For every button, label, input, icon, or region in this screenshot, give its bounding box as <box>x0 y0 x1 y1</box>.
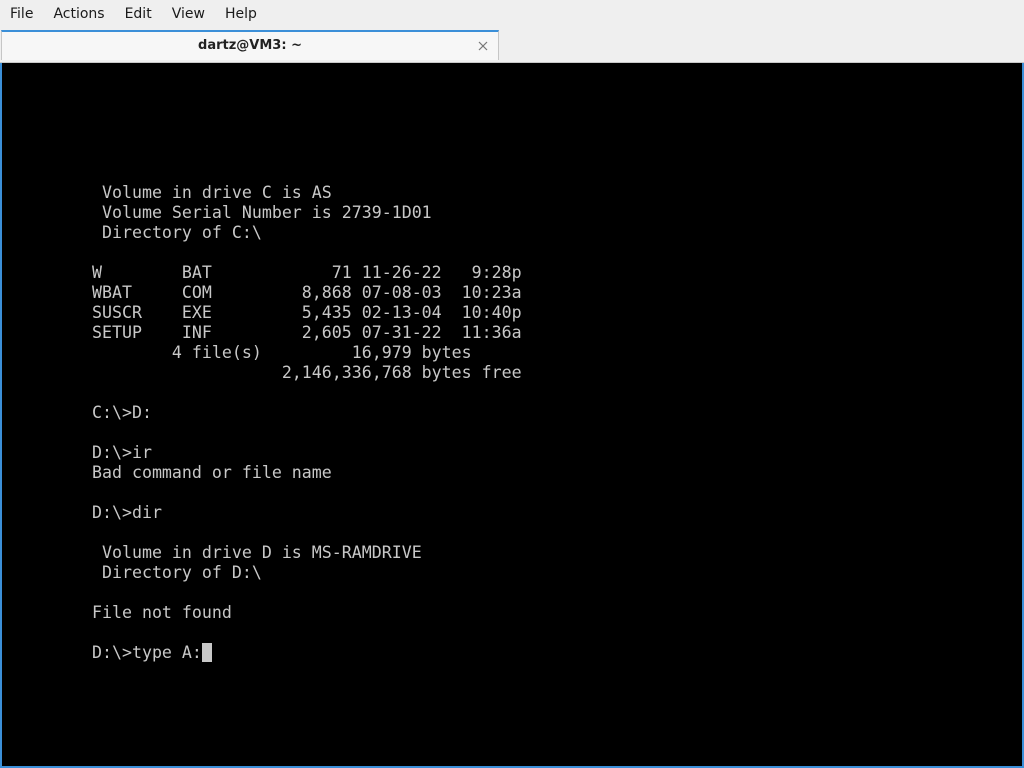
text-cursor <box>201 643 212 662</box>
terminal-line: SETUP INF 2,605 07-31-22 11:36a <box>92 323 522 342</box>
prompt-line: D:\>type A: <box>92 643 202 662</box>
terminal-lines: Volume in drive C is AS Volume Serial Nu… <box>92 183 522 622</box>
terminal-text: Volume in drive C is AS Volume Serial Nu… <box>92 183 522 663</box>
terminal-line: C:\>D: <box>92 403 152 422</box>
terminal-line: Directory of D:\ <box>101 563 262 582</box>
terminal-line: File not found <box>92 603 232 622</box>
tab-title: dartz@VM3: ~ <box>198 38 302 53</box>
terminal-line: 4 file(s) 16,979 bytes <box>171 343 472 362</box>
terminal-line: Directory of C:\ <box>101 223 262 242</box>
terminal-line: Bad command or file name <box>92 463 332 482</box>
close-icon[interactable] <box>476 38 490 52</box>
terminal-line: D:\>ir <box>92 443 152 462</box>
menu-help[interactable]: Help <box>215 0 267 29</box>
terminal-app: File Actions Edit View Help dartz@VM3: ~… <box>0 0 1024 768</box>
menu-view[interactable]: View <box>162 0 215 29</box>
terminal-line: W BAT 71 11-26-22 9:28p <box>92 263 522 282</box>
menu-edit[interactable]: Edit <box>115 0 162 29</box>
tab-terminal[interactable]: dartz@VM3: ~ <box>1 30 499 60</box>
tab-bar: dartz@VM3: ~ <box>0 29 1024 63</box>
terminal-line: 2,146,336,768 bytes free <box>281 363 522 382</box>
terminal-line: Volume in drive D is MS-RAMDRIVE <box>101 543 422 562</box>
menu-actions[interactable]: Actions <box>43 0 114 29</box>
terminal-line: SUSCR EXE 5,435 02-13-04 10:40p <box>92 303 522 322</box>
menu-bar: File Actions Edit View Help <box>0 0 1024 29</box>
terminal-line: Volume Serial Number is 2739-1D01 <box>101 203 432 222</box>
terminal-output[interactable]: Volume in drive C is AS Volume Serial Nu… <box>0 63 1024 768</box>
terminal-line: Volume in drive C is AS <box>101 183 332 202</box>
terminal-line: WBAT COM 8,868 07-08-03 10:23a <box>92 283 522 302</box>
menu-file[interactable]: File <box>0 0 43 29</box>
terminal-line: D:\>dir <box>92 503 162 522</box>
